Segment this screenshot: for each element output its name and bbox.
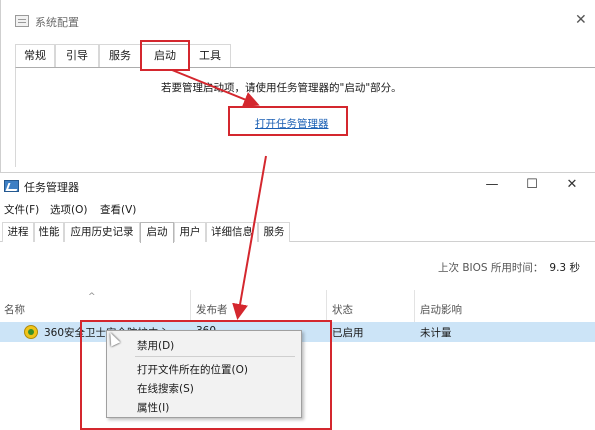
annotation-arrow-to-list	[232, 155, 267, 320]
annotation-arrow-to-link	[171, 69, 260, 107]
annotation-arrows	[171, 69, 267, 320]
